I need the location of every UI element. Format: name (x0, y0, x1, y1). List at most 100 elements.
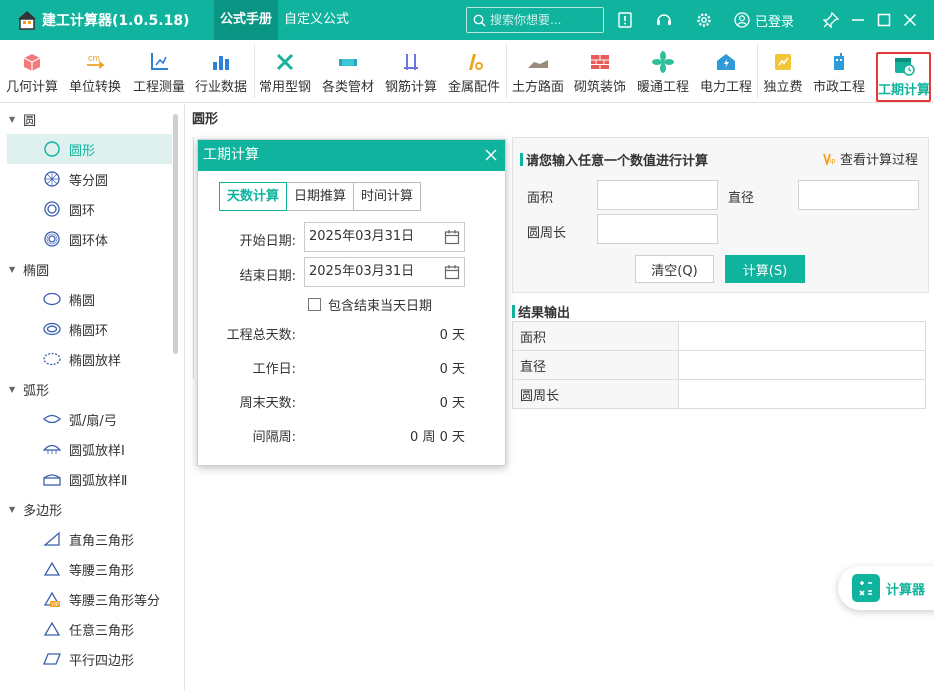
sidebar-item-circle[interactable]: 圆形 (7, 134, 172, 164)
sidebar-item-divided-circle[interactable]: 等分圆 (7, 164, 172, 194)
caret-down-icon: ▼ (9, 384, 16, 394)
maximize-icon[interactable] (875, 11, 893, 29)
view-process-link[interactable]: ip 查看计算过程 (823, 149, 918, 168)
cube-icon (23, 54, 41, 71)
ribbon-power[interactable]: 电力工程 (698, 46, 754, 102)
arc-lofting-icon (43, 444, 61, 454)
sidebar-group-arc[interactable]: ▼ 弧形 (0, 374, 184, 404)
steel-icon (276, 53, 294, 71)
start-date-input[interactable]: 2025年03月31日 (304, 222, 465, 252)
municipal-icon (834, 53, 844, 70)
tab-date-projection[interactable]: 日期推算 (286, 182, 355, 211)
circumference-label: 圆周长 (527, 226, 567, 241)
calendar-icon[interactable] (444, 264, 460, 280)
page-title: 圆形 (192, 112, 219, 127)
triangle-icon (43, 621, 61, 636)
sidebar-item-ring[interactable]: 圆环 (7, 194, 172, 224)
ribbon-toolbar: 几何计算 cm 单位转换 工程测量 行业数据 常用型钢 各类管材 钢筋计算 金属… (0, 40, 934, 103)
ribbon-rebar[interactable]: 钢筋计算 (383, 46, 439, 102)
ellipse-ring-icon (43, 322, 61, 336)
result-label: 圆周长 (512, 379, 679, 409)
tab-day-count[interactable]: 天数计算 (219, 182, 288, 211)
menu-tab-custom-formula[interactable]: 自定义公式 (278, 0, 355, 40)
triangle-icon (43, 561, 61, 576)
login-label: 已登录 (755, 14, 795, 30)
circumference-input[interactable] (597, 214, 718, 244)
sidebar: ▼ 圆 圆形 等分圆 圆环 圆环体 ▼ 椭圆 椭圆 椭圆环 椭圆放样 ▼ 弧形 弧/扇… (0, 104, 185, 691)
pin-icon[interactable] (822, 11, 840, 29)
result-value (678, 321, 926, 351)
caret-down-icon: ▼ (9, 504, 16, 514)
ribbon-independent-fee[interactable]: 独立费 (761, 46, 805, 102)
include-end-date-checkbox[interactable]: 包含结束当天日期 (308, 295, 432, 314)
ribbon-schedule-calc[interactable]: 工期计算 (876, 52, 931, 102)
sidebar-item-any-triangle[interactable]: 任意三角形 (7, 614, 172, 644)
ribbon-hvac[interactable]: 暖通工程 (635, 46, 691, 102)
result-label: 直径 (512, 350, 679, 380)
close-icon[interactable] (484, 148, 498, 162)
circle-icon (44, 141, 60, 157)
result-value (678, 350, 926, 380)
ribbon-masonry[interactable]: 砌筑装饰 (572, 46, 628, 102)
minimize-icon[interactable] (849, 11, 867, 29)
search-box[interactable] (466, 7, 604, 33)
app-logo-icon (18, 11, 36, 30)
result-value (678, 379, 926, 409)
end-date-input[interactable]: 2025年03月31日 (304, 257, 465, 287)
sidebar-item-ellipse-ring[interactable]: 椭圆环 (7, 314, 172, 344)
sidebar-item-arc-lofting-2[interactable]: 圆弧放样Ⅱ (7, 464, 172, 494)
arc-lofting-icon (43, 474, 61, 486)
ribbon-steel[interactable]: 常用型钢 (257, 46, 313, 102)
area-input[interactable] (597, 180, 718, 210)
feedback-icon[interactable] (616, 11, 634, 29)
tab-time-calc[interactable]: 时间计算 (353, 182, 422, 211)
divided-circle-icon (44, 171, 60, 187)
sidebar-item-parallelogram[interactable]: 平行四边形 (7, 644, 172, 674)
ribbon-pipe[interactable]: 各类管材 (320, 46, 376, 102)
sidebar-item-ellipse-lofting[interactable]: 椭圆放样 (7, 344, 172, 374)
rebar-icon (404, 54, 418, 70)
login-status[interactable]: 已登录 (734, 0, 794, 40)
sidebar-group-ellipse[interactable]: ▼ 椭圆 (0, 254, 184, 284)
sidebar-item-arc-sector[interactable]: 弧/扇/弓 (7, 404, 172, 434)
input-panel-heading: 请您输入任意一个数值进行计算 (520, 150, 708, 169)
diameter-label: 直径 (728, 191, 755, 206)
ribbon-industry-data[interactable]: 行业数据 (193, 46, 249, 102)
search-input[interactable] (490, 13, 600, 27)
diameter-input[interactable] (798, 180, 919, 210)
floating-calculator-button[interactable]: 计算器 (838, 566, 934, 610)
sidebar-item-right-triangle[interactable]: 直角三角形 (7, 524, 172, 554)
sidebar-group-polygon[interactable]: ▼ 多边形 (0, 494, 184, 524)
dialog-tabs: 天数计算 日期推算 时间计算 (219, 182, 422, 211)
ribbon-earthwork[interactable]: 土方路面 (510, 46, 566, 102)
result-heading: 结果输出 (512, 302, 570, 321)
caret-down-icon: ▼ (9, 264, 16, 274)
ribbon-municipal[interactable]: 市政工程 (810, 46, 868, 102)
title-bar: 建工计算器(1.0.5.18) 公式手册 自定义公式 已登录 (0, 0, 934, 40)
close-icon[interactable] (901, 11, 919, 29)
result-table: 面积 直径 圆周长 (512, 321, 926, 409)
sidebar-scrollbar[interactable] (173, 114, 178, 354)
search-icon (473, 14, 486, 26)
checkbox-box[interactable] (308, 298, 321, 311)
measure-icon (151, 53, 168, 70)
calculate-button[interactable]: 计算(S) (725, 255, 805, 283)
input-panel: 请您输入任意一个数值进行计算 ip 查看计算过程 面积 直径 圆周长 清空(Q)… (512, 137, 929, 293)
calendar-icon[interactable] (444, 229, 460, 245)
ribbon-metal-parts[interactable]: 金属配件 (446, 46, 502, 102)
sidebar-group-circle[interactable]: ▼ 圆 (0, 104, 184, 134)
interval-weeks-label: 间隔周: (252, 430, 296, 445)
ribbon-geometry[interactable]: 几何计算 (4, 46, 60, 102)
clear-button[interactable]: 清空(Q) (635, 255, 714, 283)
sidebar-item-ellipse[interactable]: 椭圆 (7, 284, 172, 314)
ribbon-survey[interactable]: 工程测量 (131, 46, 187, 102)
arc-icon (43, 414, 61, 424)
sidebar-item-isosceles-triangle[interactable]: 等腰三角形 (7, 554, 172, 584)
sidebar-item-torus[interactable]: 圆环体 (7, 224, 172, 254)
sidebar-item-isosceles-triangle-divide[interactable]: VIP 等腰三角形等分 (7, 584, 172, 614)
headset-icon[interactable] (655, 11, 673, 29)
menu-tab-formula-manual[interactable]: 公式手册 (214, 0, 279, 40)
gear-icon[interactable] (695, 11, 713, 29)
ribbon-unit-convert[interactable]: cm 单位转换 (67, 46, 123, 102)
sidebar-item-arc-lofting-1[interactable]: 圆弧放样Ⅰ (7, 434, 172, 464)
